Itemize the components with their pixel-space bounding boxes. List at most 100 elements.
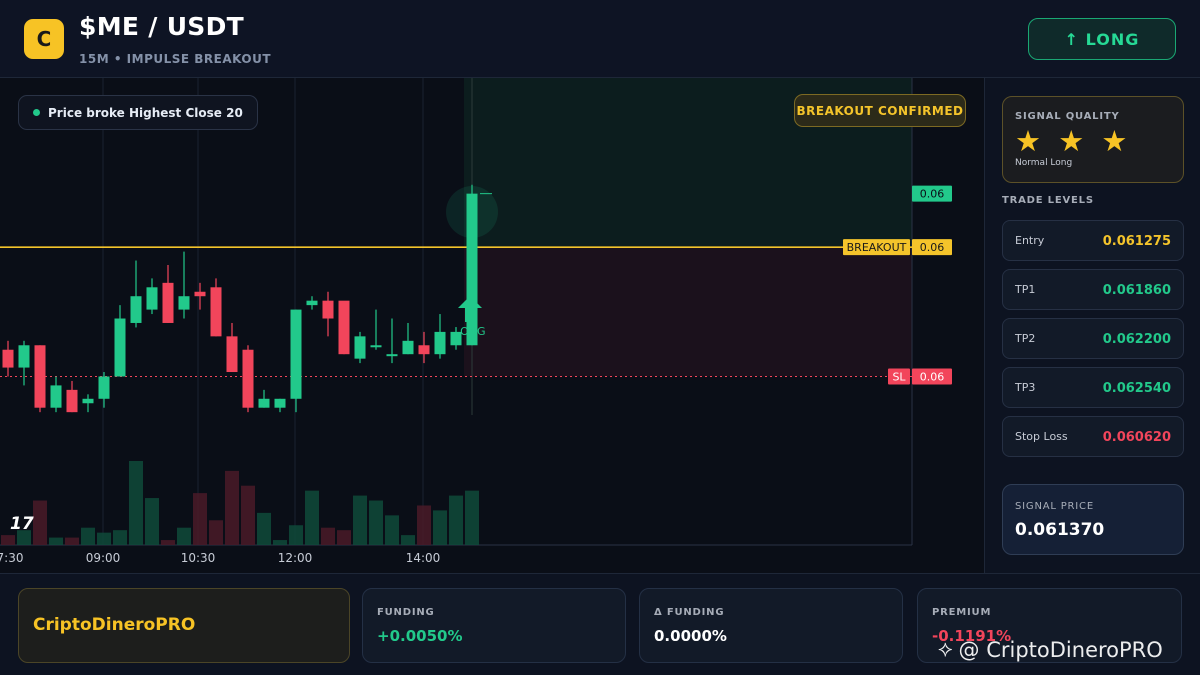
level-label: TP1 — [1015, 283, 1036, 296]
volume-bar — [1, 535, 15, 545]
candle-body — [66, 389, 78, 413]
candle-body — [258, 398, 270, 408]
delta-funding-card: Δ FUNDING 0.0000% — [639, 588, 903, 663]
level-value: 0.062200 — [1102, 332, 1171, 347]
candle-body — [114, 318, 126, 377]
footer: CriptoDineroPRO FUNDING +0.0050% Δ FUNDI… — [0, 573, 1200, 675]
candle-body — [146, 287, 158, 310]
header: C $ME / USDT 15M • IMPULSE BREAKOUT ↑ LO… — [0, 0, 1200, 78]
candle-body — [18, 345, 30, 368]
volume-bar — [369, 500, 383, 545]
level-value: 0.061860 — [1102, 283, 1171, 298]
volume-bar — [97, 532, 111, 545]
time-axis-label: 10:30 — [181, 551, 216, 565]
volume-bar — [241, 485, 255, 545]
brand-name: CriptoDineroPRO — [33, 615, 196, 635]
long-button[interactable]: ↑ LONG — [1028, 18, 1176, 60]
volume-bar — [145, 498, 159, 545]
candle-body — [322, 300, 334, 319]
volume-bar — [33, 500, 47, 545]
funding-card: FUNDING +0.0050% — [362, 588, 626, 663]
chart-panel[interactable]: LONG 0.06 BREAKOUT 0.06 SL 0.06 7:30 09:00 10:30… — [0, 78, 985, 573]
level-value: 0.062540 — [1102, 381, 1171, 396]
level-stop-loss: Stop Loss 0.060620 — [1002, 416, 1184, 457]
pair-subtitle: 15M • IMPULSE BREAKOUT — [79, 52, 272, 66]
signal-price-title: SIGNAL PRICE — [1015, 501, 1094, 512]
level-tp2: TP2 0.062200 — [1002, 318, 1184, 359]
price-chart[interactable]: LONG 0.06 BREAKOUT 0.06 SL 0.06 7:30 09:00 10:30… — [0, 78, 985, 573]
volume-bar — [225, 470, 239, 545]
time-axis-label: 09:00 — [86, 551, 121, 565]
candle-body — [418, 345, 430, 355]
time-axis-label: 7:30 — [0, 551, 23, 565]
candle-body — [242, 349, 254, 408]
signal-quality-card: SIGNAL QUALITY ★ ★ ★ Normal Long — [1002, 96, 1184, 183]
stat-title: Δ FUNDING — [654, 607, 725, 618]
candle-body — [162, 282, 174, 323]
signal-price-card: SIGNAL PRICE 0.061370 — [1002, 484, 1184, 555]
legend-dot-icon — [33, 109, 40, 116]
volume-bar — [193, 493, 207, 545]
signal-quality-title: SIGNAL QUALITY — [1015, 111, 1120, 122]
volume-bar — [49, 537, 63, 545]
level-label: TP3 — [1015, 381, 1036, 394]
stat-title: PREMIUM — [932, 607, 992, 618]
level-value: 0.060620 — [1102, 430, 1171, 445]
level-tp1: TP1 0.061860 — [1002, 269, 1184, 310]
volume-bar — [449, 495, 463, 545]
volume-bar — [465, 490, 479, 545]
volume-bar — [161, 540, 175, 545]
sl-tag: SL — [892, 370, 906, 383]
stat-title: FUNDING — [377, 607, 435, 618]
candle-body — [338, 300, 350, 355]
candle-body — [370, 345, 382, 348]
volume-bar — [433, 510, 447, 545]
binance-icon: ⟡ — [938, 637, 953, 662]
candle-body — [466, 193, 478, 346]
candle-body — [130, 296, 142, 323]
volume-bar — [209, 520, 223, 545]
candle-body — [50, 385, 62, 408]
candle-body — [434, 331, 446, 355]
breakout-confirmed-badge: BREAKOUT CONFIRMED — [794, 94, 966, 127]
legend-text: Price broke Highest Close 20 — [48, 105, 243, 120]
time-axis-label: 12:00 — [278, 551, 313, 565]
candle-body — [402, 340, 414, 355]
volume-bar — [129, 461, 143, 545]
level-entry: Entry 0.061275 — [1002, 220, 1184, 261]
stat-value: +0.0050% — [377, 627, 463, 645]
volume-bar — [289, 525, 303, 545]
app-logo: C — [24, 19, 64, 59]
volume-bar — [353, 495, 367, 545]
volume-bar — [417, 505, 431, 545]
volume-bar — [321, 527, 335, 545]
breakout-tag: BREAKOUT — [847, 241, 907, 254]
volume-bar — [177, 527, 191, 545]
candle-body — [274, 398, 286, 408]
signal-price-value: 0.061370 — [1015, 520, 1105, 540]
candle-body — [354, 336, 366, 359]
risk-zone — [464, 247, 912, 377]
candle-body — [210, 287, 222, 337]
volume-bar — [337, 530, 351, 545]
volume-bar — [401, 535, 415, 545]
volume-bar — [305, 490, 319, 545]
volume-bar — [385, 515, 399, 545]
candle-body — [226, 336, 238, 373]
level-label: Stop Loss — [1015, 430, 1068, 443]
candle-body — [98, 376, 110, 399]
level-tp3: TP3 0.062540 — [1002, 367, 1184, 408]
stat-value: 0.0000% — [654, 627, 727, 645]
candle-body — [2, 349, 14, 368]
pair-title: $ME / USDT — [79, 12, 244, 41]
volume-bar — [273, 540, 287, 545]
time-axis-label: 14:00 — [406, 551, 441, 565]
long-marker-label: LONG — [454, 325, 485, 338]
volume-bar — [65, 537, 79, 545]
volume-bar — [81, 527, 95, 545]
breakout-price-tag: 0.06 — [920, 241, 945, 254]
signal-quality-label: Normal Long — [1015, 158, 1073, 168]
trade-levels-title: TRADE LEVELS — [1002, 195, 1094, 206]
tradingview-logo: 17 — [10, 514, 34, 534]
volume-bar — [257, 512, 271, 545]
